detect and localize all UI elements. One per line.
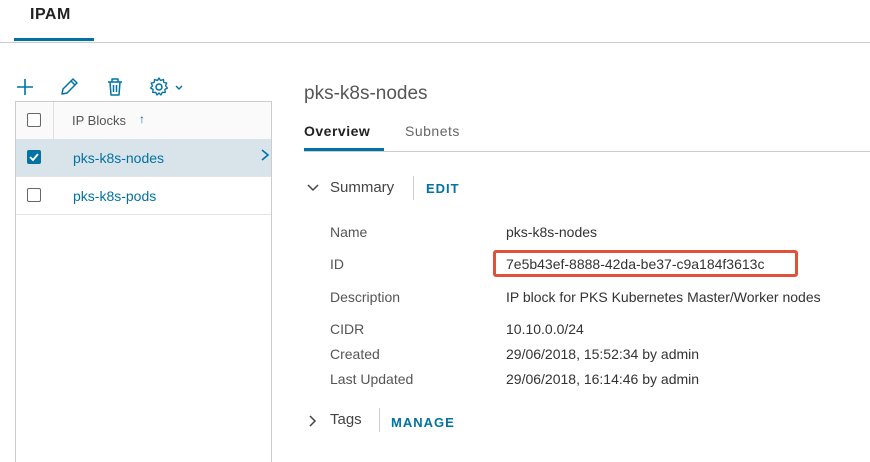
edit-icon[interactable] <box>58 76 80 100</box>
field-value-last-updated: 29/06/2018, 16:14:46 by admin <box>506 371 700 387</box>
field-label-cidr: CIDR <box>330 321 365 337</box>
top-nav-bar: IPAM <box>0 0 870 43</box>
add-icon[interactable] <box>14 76 36 100</box>
detail-tabs: Overview Subnets <box>304 113 870 152</box>
field-label-created: Created <box>330 346 380 362</box>
tags-section-header: Tags MANAGE <box>306 408 486 432</box>
row-label[interactable]: pks-k8s-nodes <box>73 150 164 166</box>
ip-blocks-grid: IP Blocks ↑ pks-k8s-nodes pks-k8s-pods <box>15 101 272 462</box>
grid-toolbar <box>14 76 274 100</box>
tab-subnets[interactable]: Subnets <box>405 123 460 139</box>
grid-header: IP Blocks ↑ <box>16 102 271 140</box>
chevron-right-icon[interactable] <box>260 148 270 167</box>
row-checkbox[interactable] <box>27 188 41 202</box>
settings-menu-button[interactable] <box>148 76 188 100</box>
row-checkbox[interactable] <box>27 150 41 164</box>
tab-ipam-label: IPAM <box>30 6 71 23</box>
field-label-last-updated: Last Updated <box>330 371 414 387</box>
field-value-description: IP block for PKS Kubernetes Master/Worke… <box>506 289 821 305</box>
tab-overview[interactable]: Overview <box>304 123 370 139</box>
chevron-down-icon[interactable] <box>306 180 320 198</box>
tags-label: Tags <box>330 411 362 428</box>
field-value-created: 29/06/2018, 15:52:34 by admin <box>506 346 700 362</box>
summary-label: Summary <box>330 179 395 196</box>
detail-title: pks-k8s-nodes <box>304 83 428 104</box>
field-value-cidr: 10.10.0.0/24 <box>506 321 584 337</box>
grid-row-pks-k8s-pods[interactable]: pks-k8s-pods <box>16 177 271 215</box>
select-all-checkbox[interactable] <box>27 113 41 127</box>
chevron-right-icon[interactable] <box>308 414 318 433</box>
grid-row-pks-k8s-nodes[interactable]: pks-k8s-nodes <box>16 139 271 177</box>
row-label[interactable]: pks-k8s-pods <box>73 188 156 204</box>
field-label-id: ID <box>330 256 344 272</box>
settings-icon <box>149 77 183 96</box>
summary-section-header: Summary EDIT <box>306 176 476 200</box>
column-divider <box>53 102 54 139</box>
field-value-id: 7e5b43ef-8888-42da-be37-c9a184f3613c <box>506 256 765 272</box>
field-value-name: pks-k8s-nodes <box>506 224 598 240</box>
field-label-description: Description <box>330 289 401 305</box>
tab-ipam[interactable]: IPAM <box>14 0 94 41</box>
delete-icon[interactable] <box>104 76 126 100</box>
manage-tags-button[interactable]: MANAGE <box>391 415 455 430</box>
sort-ascending-icon[interactable]: ↑ <box>139 112 145 126</box>
edit-button[interactable]: EDIT <box>426 181 460 196</box>
column-header-ip-blocks[interactable]: IP Blocks <box>72 113 126 128</box>
section-divider <box>379 408 380 432</box>
field-label-name: Name <box>330 224 368 240</box>
active-tab-indicator <box>304 148 384 151</box>
section-divider <box>413 176 414 200</box>
